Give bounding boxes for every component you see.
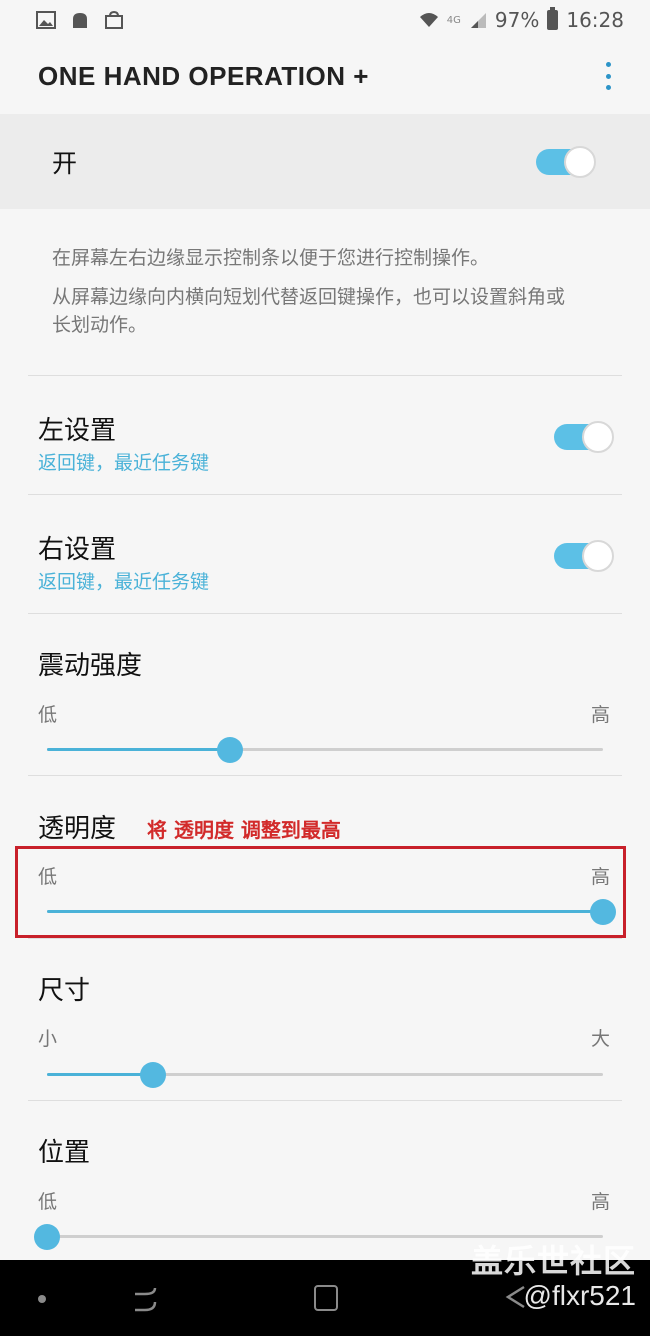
master-switch-row[interactable]: 开 bbox=[0, 114, 650, 209]
left-settings-subtitle: 返回键，最近任务键 bbox=[38, 452, 210, 474]
battery-icon bbox=[547, 7, 559, 30]
position-max-label: 高 bbox=[591, 1191, 611, 1213]
divider bbox=[28, 1100, 622, 1101]
size-slider[interactable] bbox=[47, 1060, 603, 1090]
more-options-icon[interactable] bbox=[604, 62, 612, 90]
slider-fill bbox=[47, 910, 603, 913]
annotation-text: 将 透明度 调整到最高 bbox=[147, 818, 341, 842]
recent-apps-icon[interactable] bbox=[131, 1284, 159, 1314]
gallery-icon bbox=[36, 11, 56, 29]
right-settings-subtitle: 返回键，最近任务键 bbox=[38, 571, 210, 593]
divider bbox=[28, 775, 622, 776]
description-line-2: 从屏幕边缘向内横向短划代替返回键操作，也可以设置斜角或长划动作。 bbox=[52, 286, 566, 336]
shopping-bag-icon bbox=[105, 11, 123, 29]
battery-percent: 97% bbox=[494, 8, 540, 32]
slider-thumb[interactable] bbox=[590, 899, 616, 925]
transparency-title: 透明度 bbox=[38, 814, 117, 844]
slider-thumb[interactable] bbox=[34, 1224, 60, 1250]
home-icon[interactable] bbox=[314, 1285, 338, 1311]
left-settings-title: 左设置 bbox=[38, 416, 117, 446]
divider bbox=[28, 938, 622, 939]
vibration-slider[interactable] bbox=[47, 735, 603, 765]
left-settings-toggle[interactable] bbox=[554, 421, 614, 453]
right-settings-toggle[interactable] bbox=[554, 540, 614, 572]
slider-fill bbox=[47, 1073, 153, 1076]
size-title: 尺寸 bbox=[38, 976, 91, 1006]
divider bbox=[28, 375, 622, 376]
divider bbox=[28, 613, 622, 614]
vibration-min-label: 低 bbox=[38, 704, 58, 726]
clock: 16:28 bbox=[566, 8, 624, 32]
vibration-title: 震动强度 bbox=[38, 651, 143, 681]
android-icon bbox=[73, 13, 87, 28]
vibration-max-label: 高 bbox=[591, 704, 611, 726]
nav-dot-icon[interactable] bbox=[38, 1295, 46, 1303]
transparency-slider[interactable] bbox=[47, 897, 616, 927]
notification-icons bbox=[36, 11, 124, 29]
master-switch-label: 开 bbox=[52, 148, 78, 178]
network-type: 4G bbox=[446, 14, 461, 26]
system-icons: 4G 97% 16:28 bbox=[419, 7, 624, 32]
watermark-community: 盖乐世社区 bbox=[470, 1242, 636, 1280]
size-max-label: 大 bbox=[591, 1028, 611, 1050]
wifi-icon bbox=[419, 13, 438, 27]
master-toggle[interactable] bbox=[536, 145, 596, 178]
position-title: 位置 bbox=[38, 1138, 91, 1168]
slider-thumb[interactable] bbox=[217, 737, 244, 763]
status-bar: 4G 97% 16:28 bbox=[0, 0, 650, 40]
page-title: ONE HAND OPERATION + bbox=[38, 60, 369, 91]
watermark-user: @flxr521 bbox=[523, 1280, 636, 1311]
position-min-label: 低 bbox=[38, 1191, 58, 1213]
app-bar: ONE HAND OPERATION + bbox=[0, 40, 650, 112]
transparency-min-label: 低 bbox=[38, 866, 58, 888]
description-line-1: 在屏幕左右边缘显示控制条以便于您进行控制操作。 bbox=[52, 247, 490, 269]
slider-thumb[interactable] bbox=[139, 1062, 166, 1088]
transparency-max-label: 高 bbox=[591, 866, 611, 888]
size-min-label: 小 bbox=[38, 1028, 58, 1050]
right-settings-title: 右设置 bbox=[38, 535, 117, 565]
divider bbox=[28, 494, 622, 495]
signal-icon bbox=[470, 13, 486, 28]
slider-fill bbox=[47, 748, 231, 751]
